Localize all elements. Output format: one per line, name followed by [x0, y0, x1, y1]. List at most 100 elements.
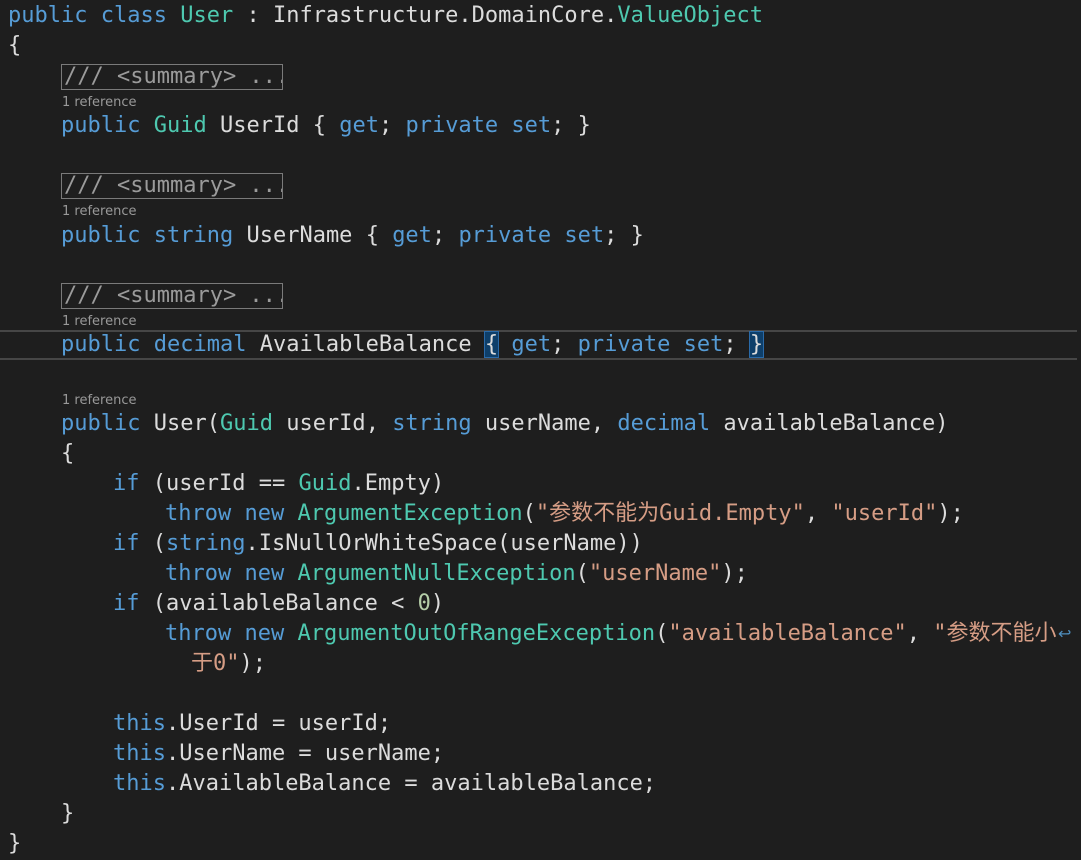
param-username[interactable]: userName: [485, 411, 591, 436]
keyword-set: set: [683, 332, 724, 357]
keyword-get: get: [511, 332, 552, 357]
code-line-ctor-signature[interactable]: public User(Guid userId, string userName…: [61, 409, 949, 439]
semicolon: ;: [551, 332, 565, 357]
code-line-prop-balance-current[interactable]: public decimal AvailableBalance { get; p…: [0, 330, 1077, 360]
code-line-class-close-brace[interactable]: }: [8, 829, 21, 859]
semicolon: ;: [431, 223, 446, 248]
keyword-set: set: [511, 113, 552, 138]
close-brace: }: [8, 831, 22, 856]
param-userid[interactable]: userId: [286, 411, 365, 436]
code-line-if-userid[interactable]: if (userId == Guid.Empty): [113, 469, 444, 499]
keyword-public: public: [61, 332, 141, 357]
semicolon: ;: [723, 332, 737, 357]
type-argument-exception[interactable]: ArgumentException: [297, 501, 522, 526]
keyword-private: private: [405, 113, 499, 138]
paren-close: ): [935, 411, 949, 436]
member-empty[interactable]: .Empty: [351, 471, 430, 496]
type-string[interactable]: string: [166, 531, 245, 556]
prop-name-username[interactable]: UserName: [246, 223, 352, 248]
code-line-assign-username[interactable]: this.UserName = userName;: [113, 739, 444, 769]
semicolon: ;: [604, 223, 618, 248]
code-line-assign-balance[interactable]: this.AvailableBalance = availableBalance…: [113, 769, 656, 799]
code-line-throw-out-of-range-exception[interactable]: throw new ArgumentOutOfRangeException("a…: [165, 619, 1057, 649]
code-editor[interactable]: public class User : Infrastructure.Domai…: [0, 0, 1081, 860]
keyword-if: if: [113, 591, 140, 616]
base-namespace[interactable]: Infrastructure.DomainCore.: [273, 3, 617, 28]
number-zero: 0: [417, 591, 431, 616]
comma: ,: [365, 411, 379, 436]
keyword-set: set: [564, 223, 605, 248]
prop-name-userid[interactable]: UserId: [220, 113, 299, 138]
type-guid[interactable]: Guid: [298, 471, 351, 496]
string-message: "参数不能为Guid.Empty": [535, 501, 805, 526]
param-balance[interactable]: availableBalance: [723, 411, 935, 436]
paren-open: (: [206, 411, 220, 436]
type-guid[interactable]: Guid: [154, 113, 207, 138]
code-line-throw-argument-exception[interactable]: throw new ArgumentException("参数不能为Guid.E…: [165, 499, 964, 529]
keyword-get: get: [392, 223, 432, 248]
paren-close: );: [937, 501, 964, 526]
comma: ,: [906, 621, 921, 646]
paren-open: (: [655, 621, 669, 646]
code-line-ctor-open-brace[interactable]: {: [61, 439, 74, 469]
collapsed-summary-userid[interactable]: /// <summary> ...: [61, 64, 283, 90]
keyword-this: this: [113, 741, 166, 766]
code-line-prop-username[interactable]: public string UserName { get; private se…: [61, 221, 644, 251]
code-line-if-username[interactable]: if (string.IsNullOrWhiteSpace(userName)): [113, 529, 643, 559]
code-line-prop-userid[interactable]: public Guid UserId { get; private set; }: [61, 111, 591, 141]
colon: :: [233, 3, 273, 28]
assignment-username[interactable]: .UserName = userName;: [166, 741, 444, 766]
param-type-decimal[interactable]: decimal: [617, 411, 710, 436]
reference-lens-balance[interactable]: 1 reference: [62, 314, 136, 330]
collapsed-summary-balance[interactable]: /// <summary> ...: [61, 283, 283, 309]
ctor-name[interactable]: User: [154, 411, 207, 436]
reference-lens-userid[interactable]: 1 reference: [62, 95, 136, 111]
string-param-name: "userName": [588, 561, 722, 586]
code-line-wrapped-continuation[interactable]: 于0");: [191, 649, 266, 679]
collapsed-summary-username[interactable]: /// <summary> ...: [61, 173, 283, 199]
type-string[interactable]: string: [154, 223, 233, 248]
code-line-class-declaration[interactable]: public class User : Infrastructure.Domai…: [8, 1, 763, 31]
keyword-throw: throw: [165, 621, 232, 646]
string-message-part1: "参数不能小: [933, 621, 1057, 646]
close-brace: }: [630, 223, 644, 248]
call-isnullorwhitespace[interactable]: .IsNullOrWhiteSpace(userName)): [245, 531, 642, 556]
class-name[interactable]: User: [180, 3, 233, 28]
code-line-class-open-brace[interactable]: {: [8, 31, 21, 61]
open-brace: {: [8, 33, 22, 58]
paren-open: (: [152, 591, 166, 616]
keyword-public: public: [61, 113, 141, 138]
keyword-private: private: [577, 332, 671, 357]
param-type-guid[interactable]: Guid: [220, 411, 273, 436]
open-brace: {: [365, 223, 379, 248]
code-line-if-balance[interactable]: if (availableBalance < 0): [113, 589, 444, 619]
base-type[interactable]: ValueObject: [617, 3, 763, 28]
param-type-string[interactable]: string: [392, 411, 471, 436]
keyword-public: public: [61, 223, 141, 248]
type-decimal[interactable]: decimal: [154, 332, 247, 357]
prop-name-balance[interactable]: AvailableBalance: [260, 332, 472, 357]
paren-open: (: [152, 531, 166, 556]
assignment-balance[interactable]: .AvailableBalance = availableBalance;: [166, 771, 656, 796]
string-param-name: "userId": [831, 501, 938, 526]
keyword-class: class: [100, 3, 167, 28]
code-line-ctor-close-brace[interactable]: }: [61, 799, 74, 829]
reference-lens-username[interactable]: 1 reference: [62, 204, 136, 220]
reference-lens-ctor[interactable]: 1 reference: [62, 393, 136, 409]
var-userid[interactable]: userId: [166, 471, 245, 496]
keyword-new: new: [244, 501, 285, 526]
paren-close: ): [430, 591, 445, 616]
type-argument-null-exception[interactable]: ArgumentNullException: [297, 561, 575, 586]
keyword-throw: throw: [165, 561, 232, 586]
open-brace: {: [61, 441, 75, 466]
type-argument-out-of-range-exception[interactable]: ArgumentOutOfRangeException: [297, 621, 655, 646]
comma: ,: [590, 411, 605, 436]
code-line-assign-userid[interactable]: this.UserId = userId;: [113, 709, 391, 739]
code-line-throw-argument-null-exception[interactable]: throw new ArgumentNullException("userNam…: [165, 559, 748, 589]
keyword-this: this: [113, 711, 166, 736]
keyword-throw: throw: [165, 501, 232, 526]
var-balance[interactable]: availableBalance: [166, 591, 378, 616]
matched-close-brace: }: [748, 331, 765, 358]
semicolon: ;: [551, 113, 565, 138]
assignment-userid[interactable]: .UserId = userId;: [166, 711, 391, 736]
